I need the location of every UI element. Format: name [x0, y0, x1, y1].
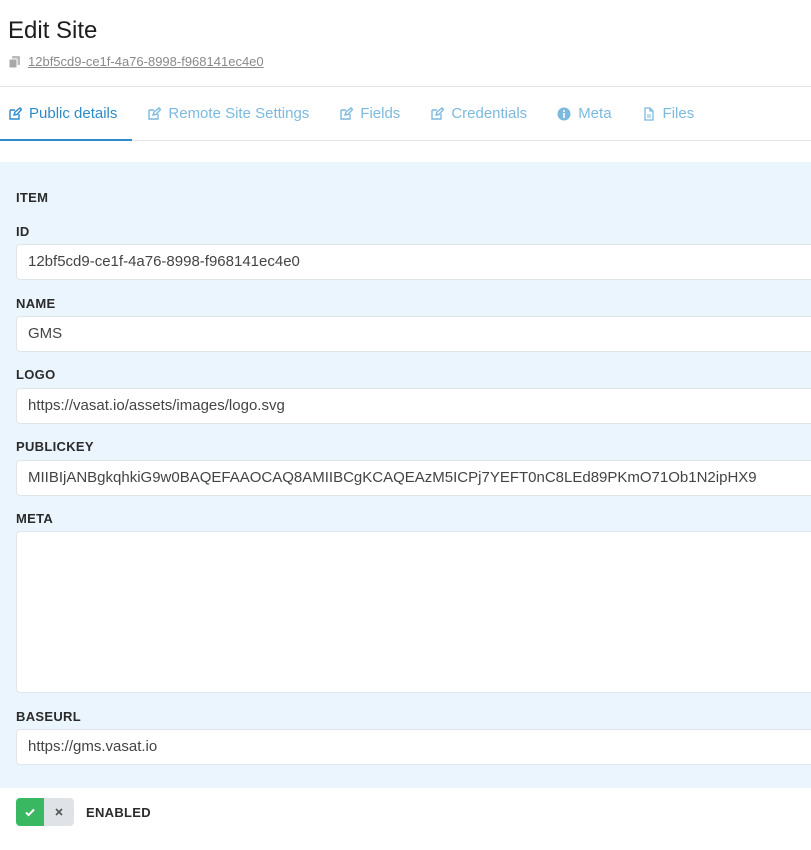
- tab-fields[interactable]: Fields: [331, 87, 415, 140]
- file-icon: [643, 106, 654, 121]
- toggle-off-segment[interactable]: [44, 798, 74, 826]
- name-label: NAME: [16, 296, 56, 311]
- edit-icon: [148, 106, 162, 120]
- enabled-toggle[interactable]: [16, 798, 74, 826]
- tab-bar: Public details Remote Site Settings Fiel…: [0, 87, 811, 141]
- tab-credentials[interactable]: Credentials: [422, 87, 542, 140]
- info-icon: [557, 107, 571, 120]
- enabled-label: ENABLED: [86, 804, 151, 820]
- publickey-label: PUBLICKEY: [16, 439, 94, 454]
- logo-input[interactable]: https://vasat.io/assets/images/logo.svg: [16, 388, 811, 424]
- tab-label: Credentials: [451, 105, 528, 122]
- baseurl-input[interactable]: https://gms.vasat.io: [16, 729, 811, 765]
- tab-meta[interactable]: Meta: [549, 87, 626, 140]
- form-panel: ITEM ID 12bf5cd9-ce1f-4a76-8998-f968141e…: [0, 162, 811, 788]
- toggle-on-segment[interactable]: [16, 798, 44, 826]
- uuid-link[interactable]: 12bf5cd9-ce1f-4a76-8998-f968141ec4e0: [28, 54, 264, 69]
- edit-icon: [9, 106, 22, 120]
- baseurl-label: BASEURL: [16, 709, 81, 724]
- close-icon: [55, 808, 63, 816]
- name-input[interactable]: GMS: [16, 316, 811, 352]
- tab-public-details[interactable]: Public details: [0, 87, 133, 141]
- copy-icon[interactable]: [8, 55, 22, 69]
- uuid-row: 12bf5cd9-ce1f-4a76-8998-f968141ec4e0: [8, 54, 803, 69]
- id-input[interactable]: 12bf5cd9-ce1f-4a76-8998-f968141ec4e0: [16, 244, 811, 280]
- enabled-toggle-row: ENABLED: [16, 798, 151, 826]
- meta-label: META: [16, 511, 54, 526]
- page-title: Edit Site: [8, 17, 98, 44]
- section-heading: ITEM: [16, 190, 49, 205]
- id-label: ID: [16, 224, 30, 239]
- tab-label: Fields: [360, 105, 401, 122]
- publickey-input[interactable]: MIIBIjANBgkqhkiG9w0BAQEFAAOCAQ8AMIIBCgKC…: [16, 460, 811, 496]
- tab-remote-site-settings[interactable]: Remote Site Settings: [139, 87, 324, 140]
- tab-label: Files: [662, 105, 695, 122]
- tab-label: Remote Site Settings: [168, 105, 310, 122]
- logo-label: LOGO: [16, 367, 56, 382]
- tab-label: Meta: [578, 105, 612, 122]
- edit-icon: [431, 106, 445, 120]
- check-icon: [25, 808, 35, 817]
- edit-icon: [340, 106, 354, 120]
- page-header: Edit Site 12bf5cd9-ce1f-4a76-8998-f96814…: [0, 0, 811, 86]
- meta-textarea[interactable]: [16, 531, 811, 693]
- tab-files[interactable]: Files: [634, 87, 710, 140]
- tab-label: Public details: [29, 105, 118, 122]
